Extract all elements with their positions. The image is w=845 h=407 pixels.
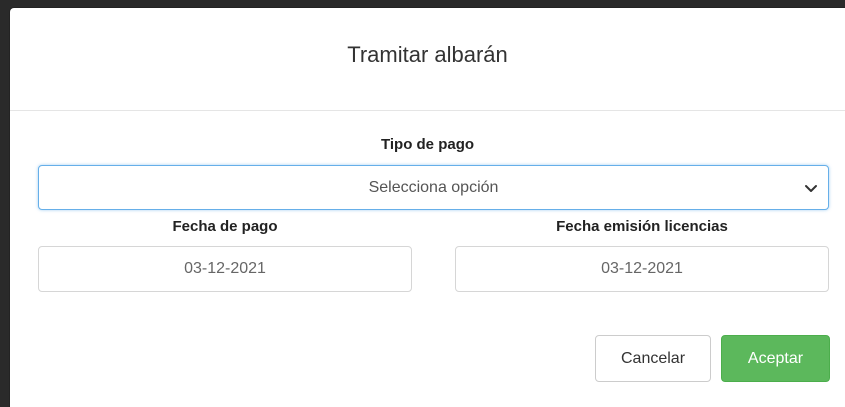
chevron-down-icon: [804, 181, 818, 195]
fecha-emision-label: Fecha emisión licencias: [556, 218, 728, 235]
fecha-emision-input[interactable]: 03-12-2021: [455, 246, 829, 292]
tipo-pago-selected-value: Selecciona opción: [368, 178, 499, 196]
modal-title: Tramitar albarán: [347, 42, 508, 67]
tramitar-albaran-modal: Tramitar albarán Tipo de pago Selecciona…: [10, 8, 845, 407]
fecha-pago-input[interactable]: 03-12-2021: [38, 246, 412, 292]
accept-button[interactable]: Aceptar: [721, 335, 830, 382]
cancel-button[interactable]: Cancelar: [595, 335, 711, 382]
tipo-pago-label: Tipo de pago: [380, 136, 475, 153]
fecha-pago-label: Fecha de pago: [172, 218, 278, 235]
tipo-pago-select[interactable]: Selecciona opción: [38, 165, 829, 210]
modal-header: Tramitar albarán: [10, 8, 845, 111]
